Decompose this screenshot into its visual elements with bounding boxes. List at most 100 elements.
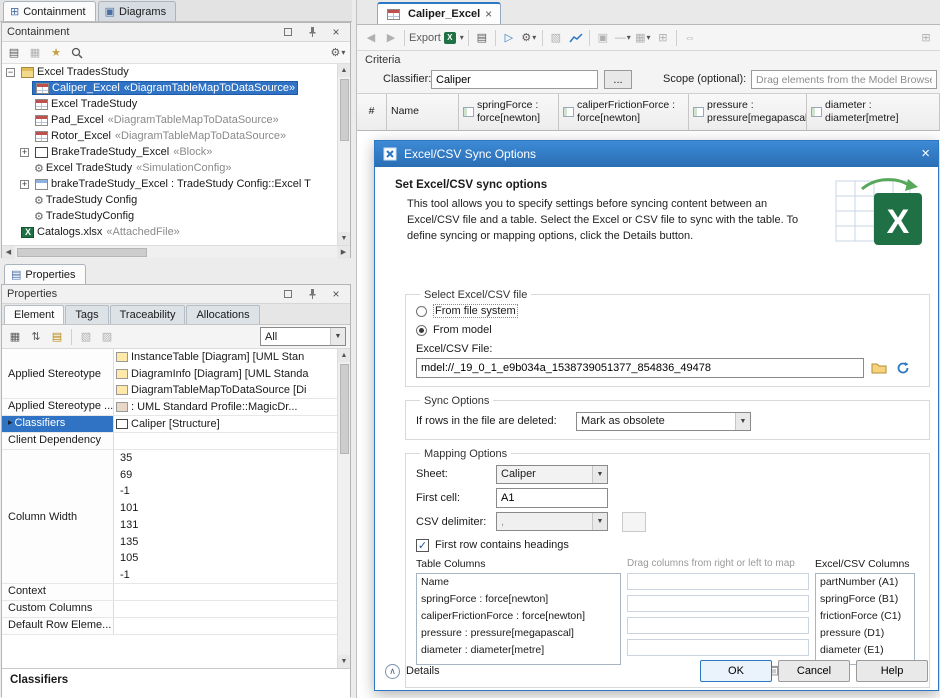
- list-item[interactable]: pressure (D1): [816, 625, 914, 642]
- open-diagram-icon[interactable]: ▦: [26, 44, 44, 62]
- custom-delimiter-field[interactable]: [622, 512, 646, 532]
- from-model-radio[interactable]: From model: [416, 321, 919, 340]
- properties-vertical-scrollbar[interactable]: ▲ ▼: [337, 349, 350, 668]
- resize-columns-icon[interactable]: ⇔: [681, 29, 699, 47]
- property-row[interactable]: Client Dependency: [2, 433, 350, 450]
- scroll-thumb[interactable]: [340, 79, 349, 141]
- property-row[interactable]: Custom Columns: [2, 601, 350, 618]
- sort-icon[interactable]: ⇅: [27, 328, 45, 346]
- expert-mode-icon[interactable]: ▨: [98, 328, 116, 346]
- collapse-expander-icon[interactable]: −: [6, 68, 15, 77]
- rows-deleted-combo[interactable]: Mark as obsolete ▼: [576, 412, 751, 431]
- tree-item[interactable]: + BrakeTradeStudy_Excel «Block»: [2, 144, 350, 160]
- scroll-up-icon[interactable]: ▲: [338, 349, 351, 362]
- tab-element[interactable]: Element: [4, 305, 64, 324]
- float-panel-icon[interactable]: [279, 285, 297, 303]
- details-toggle[interactable]: ∧ Details: [385, 664, 440, 679]
- tree-item[interactable]: ⚙ TradeStudyConfig: [2, 208, 350, 224]
- close-panel-icon[interactable]: ×: [327, 23, 345, 41]
- tab-caliper-excel[interactable]: Caliper_Excel ×: [377, 2, 501, 24]
- classifier-browse-button[interactable]: ...: [604, 70, 632, 89]
- property-row[interactable]: Applied Stereotype ... : UML Standard Pr…: [2, 399, 350, 416]
- export-button[interactable]: Export X ▾: [409, 29, 464, 47]
- tree-item[interactable]: − Excel TradesStudy: [2, 64, 350, 80]
- expand-expander-icon[interactable]: +: [20, 180, 29, 189]
- show-description-icon[interactable]: ▤: [48, 328, 66, 346]
- column-header-number[interactable]: #: [357, 94, 387, 130]
- containment-vertical-scrollbar[interactable]: ▲ ▼: [337, 64, 350, 245]
- scroll-up-icon[interactable]: ▲: [338, 64, 351, 77]
- list-item[interactable]: caliperFrictionForce : force[newton]: [417, 608, 620, 625]
- tree-item[interactable]: ⚙ TradeStudy Config: [2, 192, 350, 208]
- mapping-slot[interactable]: [627, 573, 809, 590]
- paste-table-icon[interactable]: ▤: [473, 29, 491, 47]
- column-header-pressure[interactable]: pressure : pressure[megapascal]: [689, 94, 807, 130]
- customize-icon[interactable]: ▧: [77, 328, 95, 346]
- column-header-diameter[interactable]: diameter : diameter[metre]: [807, 94, 940, 130]
- tree-item[interactable]: ⚙ Excel TradeStudy «SimulationConfig»: [2, 160, 350, 176]
- column-header-name[interactable]: Name: [387, 94, 459, 130]
- fit-columns-icon[interactable]: ⊞: [917, 29, 935, 47]
- open-folder-icon[interactable]: [870, 359, 888, 377]
- forward-icon[interactable]: ▶: [382, 29, 400, 47]
- browser-options-icon[interactable]: ▤: [5, 44, 23, 62]
- tree-item[interactable]: Pad_Excel «DiagramTableMapToDataSource»: [2, 112, 350, 128]
- table-options-gear-icon[interactable]: ⚙▾: [520, 29, 538, 47]
- property-row[interactable]: Context: [2, 584, 350, 601]
- ok-button[interactable]: OK: [700, 660, 772, 682]
- scroll-down-icon[interactable]: ▼: [338, 655, 351, 668]
- tab-properties[interactable]: ▤ Properties: [4, 264, 86, 284]
- first-row-headings-checkbox[interactable]: ✓ First row contains headings: [416, 539, 919, 552]
- tab-containment[interactable]: ⊞ Containment: [3, 1, 96, 21]
- property-row-selected[interactable]: ▸Classifiers Caliper [Structure]: [2, 416, 350, 433]
- edit-icon[interactable]: ▧: [547, 29, 565, 47]
- pin-icon[interactable]: [303, 285, 321, 303]
- grid-icon[interactable]: ⊞: [654, 29, 672, 47]
- image-export-icon[interactable]: ▣: [594, 29, 612, 47]
- favorites-star-icon[interactable]: ★: [47, 44, 65, 62]
- tree-item[interactable]: Catalogs.xlsx «AttachedFile»: [2, 224, 350, 240]
- list-item[interactable]: pressure : pressure[megapascal]: [417, 625, 620, 642]
- containment-horizontal-scrollbar[interactable]: ◀ ▶: [2, 245, 350, 258]
- from-file-system-radio[interactable]: From file system: [416, 302, 919, 321]
- scroll-right-icon[interactable]: ▶: [337, 246, 350, 259]
- property-row[interactable]: Default Row Eleme...: [2, 618, 350, 635]
- list-item[interactable]: partNumber (A1): [816, 574, 914, 591]
- chart-icon[interactable]: [567, 29, 585, 47]
- pin-icon[interactable]: [303, 23, 321, 41]
- line-style-icon[interactable]: —▾: [614, 29, 632, 47]
- sheet-combo[interactable]: Caliper ▼: [496, 465, 608, 484]
- cancel-button[interactable]: Cancel: [778, 660, 850, 682]
- tab-diagrams[interactable]: ▣ Diagrams: [98, 1, 176, 21]
- property-row[interactable]: Column Width 35 69 -1 101 131 135 105 -1: [2, 450, 350, 584]
- list-item[interactable]: springForce (B1): [816, 591, 914, 608]
- tab-allocations[interactable]: Allocations: [186, 305, 259, 324]
- mapping-slot[interactable]: [627, 617, 809, 634]
- dialog-titlebar[interactable]: Excel/CSV Sync Options ×: [375, 141, 938, 167]
- scroll-down-icon[interactable]: ▼: [338, 232, 351, 245]
- scroll-thumb[interactable]: [340, 364, 349, 454]
- group-by-icon[interactable]: ▦: [6, 328, 24, 346]
- list-item[interactable]: Name: [417, 574, 620, 591]
- search-icon[interactable]: [68, 44, 86, 62]
- expand-expander-icon[interactable]: +: [20, 148, 29, 157]
- csv-delimiter-combo[interactable]: , ▼: [496, 512, 608, 531]
- tree-item[interactable]: Excel TradeStudy: [2, 96, 350, 112]
- panel-settings-gear-icon[interactable]: ⚙▾: [329, 44, 347, 62]
- run-simulation-icon[interactable]: ▷: [500, 29, 518, 47]
- tree-item[interactable]: + brakeTradeStudy_Excel : TradeStudy Con…: [2, 176, 350, 192]
- table-style-icon[interactable]: ▦▾: [634, 29, 652, 47]
- close-tab-icon[interactable]: ×: [485, 9, 492, 19]
- tab-tags[interactable]: Tags: [65, 305, 108, 324]
- scroll-thumb[interactable]: [17, 248, 147, 257]
- dialog-close-icon[interactable]: ×: [921, 148, 930, 160]
- help-button[interactable]: Help: [856, 660, 928, 682]
- first-cell-input[interactable]: [496, 488, 608, 508]
- classifier-input[interactable]: [431, 70, 598, 89]
- table-columns-list[interactable]: Name springForce : force[newton] caliper…: [416, 573, 621, 665]
- scope-input[interactable]: [751, 70, 937, 89]
- scroll-left-icon[interactable]: ◀: [2, 246, 15, 259]
- mapping-slot[interactable]: [627, 595, 809, 612]
- mapping-slot[interactable]: [627, 639, 809, 656]
- list-item[interactable]: frictionForce (C1): [816, 608, 914, 625]
